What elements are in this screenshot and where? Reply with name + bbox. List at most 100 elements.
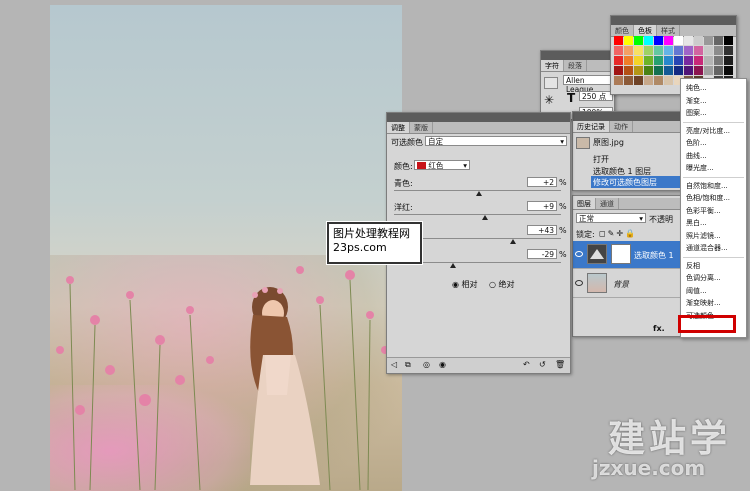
color-swatch[interactable] [643, 45, 653, 55]
layer-name-selective[interactable]: 选取颜色 1 [634, 250, 674, 261]
menu-item[interactable]: 色彩平衡... [686, 206, 721, 216]
color-swatch[interactable] [613, 65, 623, 75]
slider-value-field[interactable]: +2 [527, 177, 557, 187]
color-swatch[interactable] [663, 45, 673, 55]
color-swatch[interactable] [633, 55, 643, 65]
previous-state-icon[interactable]: ↶ [523, 360, 530, 369]
slider-value-field[interactable]: +9 [527, 201, 557, 211]
color-swatch[interactable] [703, 35, 713, 45]
blend-mode-select[interactable]: 正常 ▾ [576, 213, 646, 223]
back-icon[interactable]: ◁ [391, 360, 397, 369]
color-swatch[interactable] [693, 35, 703, 45]
color-swatch[interactable] [673, 65, 683, 75]
menu-item[interactable]: 图案... [686, 108, 707, 118]
color-swatch[interactable] [673, 45, 683, 55]
slider-track[interactable] [394, 214, 561, 215]
slider-value-field[interactable]: +43 [527, 225, 557, 235]
color-swatch[interactable] [723, 55, 733, 65]
visibility-icon[interactable]: ◎ [423, 360, 430, 369]
font-size-field[interactable]: 250 点 [579, 91, 613, 101]
tab-adjustments[interactable]: 调整 [387, 122, 410, 133]
color-swatch[interactable] [613, 75, 623, 85]
color-swatch[interactable] [663, 55, 673, 65]
color-swatch[interactable] [643, 55, 653, 65]
color-swatch[interactable] [723, 65, 733, 75]
color-swatch[interactable] [723, 45, 733, 55]
color-swatch[interactable] [623, 75, 633, 85]
color-swatch[interactable] [683, 45, 693, 55]
layer-name-background[interactable]: 背景 [613, 279, 629, 290]
color-swatch[interactable] [693, 65, 703, 75]
menu-item[interactable]: 色调分离... [686, 273, 721, 283]
layer-row-background[interactable]: 背景 [573, 270, 681, 298]
color-swatch[interactable] [633, 35, 643, 45]
fx-button[interactable]: fx. [653, 324, 665, 333]
eye-icon[interactable] [575, 280, 583, 286]
color-swatch[interactable] [673, 35, 683, 45]
color-swatch[interactable] [713, 35, 723, 45]
preset-select[interactable]: 自定 ▾ [425, 136, 567, 146]
eye-icon[interactable]: ◉ [439, 360, 446, 369]
tab-paragraph[interactable]: 段落 [564, 60, 587, 71]
menu-item[interactable]: 自然饱和度... [686, 181, 728, 191]
slider-thumb[interactable] [510, 239, 517, 244]
font-family-field[interactable]: Allen League [563, 75, 613, 94]
color-swatch[interactable] [683, 55, 693, 65]
snapshot-thumbnail[interactable] [576, 137, 590, 149]
color-swatch[interactable] [633, 75, 643, 85]
lock-icons[interactable]: ◻✎✛🔒 [599, 229, 637, 238]
menu-item[interactable]: 色相/饱和度... [686, 193, 730, 203]
menu-item[interactable]: 照片滤镜... [686, 231, 721, 241]
text-tool-icon[interactable] [544, 77, 558, 89]
color-swatch[interactable] [693, 45, 703, 55]
color-swatch[interactable] [653, 35, 663, 45]
menu-item[interactable]: 曲线... [686, 151, 707, 161]
menu-item[interactable]: 通道混合器... [686, 243, 728, 253]
menu-item[interactable]: 阈值... [686, 286, 707, 296]
menu-item[interactable]: 反相 [686, 261, 700, 271]
trash-icon[interactable]: 🗑 [555, 360, 565, 369]
color-swatch[interactable] [673, 55, 683, 65]
color-swatch[interactable] [713, 45, 723, 55]
color-swatch[interactable] [643, 75, 653, 85]
slider-value-field[interactable]: -29 [527, 249, 557, 259]
history-snapshot[interactable]: 原图.jpg [593, 137, 624, 148]
color-swatch[interactable] [713, 65, 723, 75]
color-swatch[interactable] [713, 55, 723, 65]
color-swatch[interactable] [693, 55, 703, 65]
eye-icon[interactable] [575, 251, 583, 257]
color-swatch[interactable] [663, 75, 673, 85]
color-swatch[interactable] [623, 65, 633, 75]
color-swatch[interactable] [703, 45, 713, 55]
color-swatch[interactable] [703, 65, 713, 75]
layer-mask-thumbnail[interactable] [611, 244, 631, 264]
color-swatch[interactable] [723, 35, 733, 45]
color-swatch[interactable] [623, 55, 633, 65]
color-swatch[interactable] [633, 45, 643, 55]
radio-relative[interactable]: ◉ 相对 [452, 279, 478, 290]
menu-item[interactable]: 渐变... [686, 96, 707, 106]
menu-item[interactable]: 亮度/对比度... [686, 126, 730, 136]
color-select[interactable]: 红色 ▾ [414, 160, 470, 170]
color-swatch[interactable] [653, 75, 663, 85]
color-swatch[interactable] [653, 45, 663, 55]
history-item-modify[interactable]: 修改可选颜色图层 [593, 177, 657, 188]
color-swatch[interactable] [613, 55, 623, 65]
tab-history[interactable]: 历史记录 [573, 121, 610, 132]
color-swatch[interactable] [653, 65, 663, 75]
color-swatch[interactable] [683, 65, 693, 75]
tab-actions[interactable]: 动作 [610, 121, 633, 132]
slider-thumb[interactable] [482, 215, 488, 220]
tab-character[interactable]: 字符 [541, 60, 564, 71]
menu-item[interactable]: 曝光度... [686, 163, 714, 173]
slider-thumb[interactable] [476, 191, 483, 196]
color-swatch[interactable] [663, 65, 673, 75]
tab-masks[interactable]: 蒙版 [410, 122, 433, 133]
menu-item[interactable]: 渐变映射... [686, 298, 721, 308]
tab-layers[interactable]: 图层 [573, 198, 596, 209]
menu-item[interactable]: 纯色... [686, 83, 707, 93]
color-swatch[interactable] [663, 35, 673, 45]
tab-channels[interactable]: 通道 [596, 198, 619, 209]
color-swatch[interactable] [703, 55, 713, 65]
color-swatch[interactable] [683, 35, 693, 45]
